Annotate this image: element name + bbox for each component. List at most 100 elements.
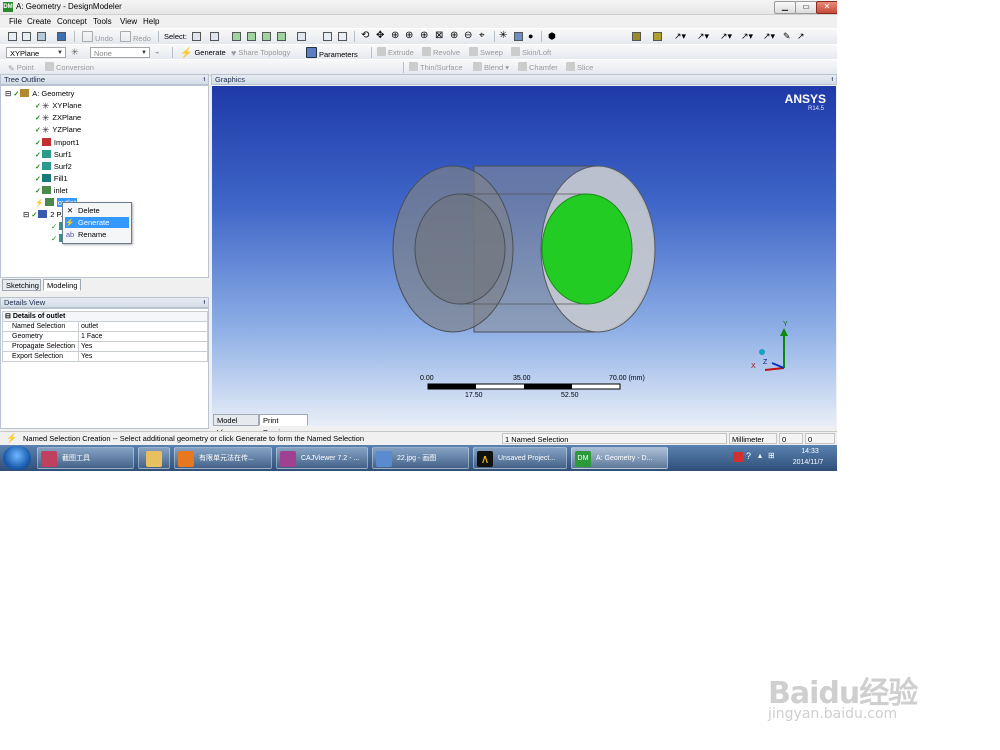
dimension-icon-4[interactable]: ↗▾	[741, 31, 753, 42]
export-icon[interactable]	[37, 32, 46, 41]
tree-root[interactable]: ⊟ ✓ A: Geometry	[5, 88, 74, 99]
zoom-box-icon[interactable]: ⊕	[405, 31, 413, 42]
table-row[interactable]: Propagate Selection Yes	[2, 341, 208, 352]
context-menu-generate[interactable]: ⚡ Generate	[65, 217, 129, 228]
tray-app-icon[interactable]	[733, 452, 743, 462]
context-menu-delete[interactable]: ✕ Delete	[65, 205, 129, 216]
point-button[interactable]: ✎ Point	[8, 62, 34, 73]
outlet-face-highlight[interactable]	[541, 193, 633, 305]
slice-button[interactable]: Slice	[566, 62, 593, 73]
edge-display-icon[interactable]	[653, 32, 662, 41]
generate-button[interactable]: ⚡ Generate	[180, 47, 226, 59]
tree-item-parts[interactable]: ⊟ ✓ 2 P...	[23, 209, 67, 220]
display-mode-icon[interactable]	[632, 32, 641, 41]
taskbar-browser[interactable]: 有限单元法在传...	[174, 447, 272, 469]
close-button[interactable]: ✕	[816, 1, 837, 14]
clock-date[interactable]: 2014/11/7	[786, 459, 830, 466]
menu-concept[interactable]: Concept	[57, 17, 87, 26]
taskbar-snipping-tool[interactable]: 截图工具	[37, 447, 134, 469]
minimize-button[interactable]: ▁	[774, 1, 796, 14]
thin-surface-button[interactable]: Thin/Surface	[409, 62, 463, 73]
measure-icon[interactable]: ↗	[797, 31, 805, 42]
triad-icon[interactable]: ✳	[499, 31, 507, 42]
plane-dropdown[interactable]: XYPlane ▼	[6, 47, 66, 58]
screenshot-icon[interactable]	[57, 32, 66, 41]
menu-view[interactable]: View	[120, 17, 137, 26]
tree-item-surf1[interactable]: ✓ Surf1	[35, 149, 72, 160]
menu-tools[interactable]: Tools	[93, 17, 112, 26]
tree-item-inlet[interactable]: ✓ inlet	[35, 185, 68, 196]
tree-item-yzplane[interactable]: ✓✳ YZPlane	[35, 124, 81, 135]
menu-file[interactable]: File	[9, 17, 22, 26]
tab-sketching[interactable]: Sketching	[2, 279, 41, 291]
tab-print-preview[interactable]: Print Preview	[259, 414, 308, 437]
status-units[interactable]: Millimeter	[729, 433, 777, 444]
select-edge-icon[interactable]	[247, 32, 256, 41]
rotate-icon[interactable]: ⟲	[361, 31, 369, 42]
menu-help[interactable]: Help	[143, 17, 159, 26]
new-plane-icon[interactable]: ✳	[71, 47, 79, 58]
zoom-in-icon[interactable]: ⊕	[450, 31, 458, 42]
parameters-button[interactable]: Parameters	[306, 47, 358, 59]
extend-selection-icon[interactable]	[297, 32, 306, 41]
maximize-button[interactable]: ▭	[795, 1, 817, 14]
taskbar-workbench[interactable]: ∧ Unsaved Project...	[473, 447, 567, 469]
details-value[interactable]: outlet	[78, 321, 208, 332]
sweep-button[interactable]: Sweep	[469, 47, 503, 58]
lasso-select-icon[interactable]	[338, 32, 347, 41]
select-face-icon[interactable]	[262, 32, 271, 41]
new-icon[interactable]	[8, 32, 17, 41]
zoom-icon[interactable]: ⊕	[391, 31, 399, 42]
start-button[interactable]	[3, 446, 31, 470]
display-point-icon[interactable]: ●	[528, 31, 533, 42]
tree-item-import1[interactable]: ✓ Import1	[35, 137, 79, 148]
undo-button[interactable]: Undo	[82, 31, 113, 43]
pin-icon[interactable]: ᵻ	[203, 75, 205, 85]
conversion-button[interactable]: Conversion	[45, 62, 94, 73]
pin-icon[interactable]: ᵻ	[203, 298, 205, 308]
details-value[interactable]: Yes	[78, 351, 208, 362]
tray-arrow-icon[interactable]: ▴	[758, 451, 762, 460]
tree-item-xyplane[interactable]: ✓✳ XYPlane	[35, 100, 82, 111]
context-menu-rename[interactable]: ab Rename	[65, 229, 129, 240]
table-row[interactable]: Export Selection Yes	[2, 351, 208, 362]
select-mode-icon[interactable]	[192, 32, 201, 41]
dimension-icon-5[interactable]: ↗▾	[763, 31, 775, 42]
tree-item-surf2[interactable]: ✓ Surf2	[35, 161, 72, 172]
tree-item-fill1[interactable]: ✓ Fill1	[35, 173, 68, 184]
chamfer-button[interactable]: Chamfer	[518, 62, 558, 73]
dimension-icon-1[interactable]: ↗▾	[674, 31, 686, 42]
taskbar-cajviewer[interactable]: CAJViewer 7.2 - ...	[276, 447, 368, 469]
skin-loft-button[interactable]: Skin/Loft	[511, 47, 551, 58]
zoom-box2-icon[interactable]: ⊠	[435, 31, 443, 42]
sketch-dropdown[interactable]: None ▼	[90, 47, 150, 58]
taskbar-explorer[interactable]	[138, 447, 170, 469]
view-icon[interactable]: ⬢	[548, 31, 556, 42]
blend-button[interactable]: Blend ▾	[473, 62, 509, 73]
clock-time[interactable]: 14:33	[792, 448, 828, 455]
inlet-inner-face[interactable]	[414, 193, 506, 305]
share-topology-button[interactable]: ♥ Share Topology	[231, 47, 290, 58]
help-icon[interactable]: ?	[746, 451, 751, 461]
select-point-icon[interactable]	[232, 32, 241, 41]
display-model-icon[interactable]	[514, 32, 523, 41]
menu-create[interactable]: Create	[27, 17, 51, 26]
save-icon[interactable]	[22, 32, 31, 41]
select-body-icon[interactable]	[277, 32, 286, 41]
pan-icon[interactable]: ✥	[376, 31, 384, 42]
pin-icon[interactable]: ᵻ	[831, 75, 833, 85]
tree-item-zxplane[interactable]: ✓✳ ZXPlane	[35, 112, 81, 123]
tab-modeling[interactable]: Modeling	[43, 279, 81, 291]
tab-model-view[interactable]: Model View	[213, 414, 259, 437]
table-row[interactable]: Geometry 1 Face	[2, 331, 208, 342]
dimension-icon-2[interactable]: ↗▾	[697, 31, 709, 42]
redo-button[interactable]: Redo	[120, 31, 151, 43]
select-filter-icon[interactable]	[210, 32, 219, 41]
taskbar-paint[interactable]: 22.jpg - 画图	[372, 447, 469, 469]
look-at-icon[interactable]: ⌖	[479, 31, 485, 42]
zoom-out-icon[interactable]: ⊖	[464, 31, 472, 42]
revolve-button[interactable]: Revolve	[422, 47, 460, 58]
table-row[interactable]: Named Selection outlet	[2, 321, 208, 332]
details-value[interactable]: Yes	[78, 341, 208, 352]
zoom-fit-icon[interactable]: ⊕	[420, 31, 428, 42]
